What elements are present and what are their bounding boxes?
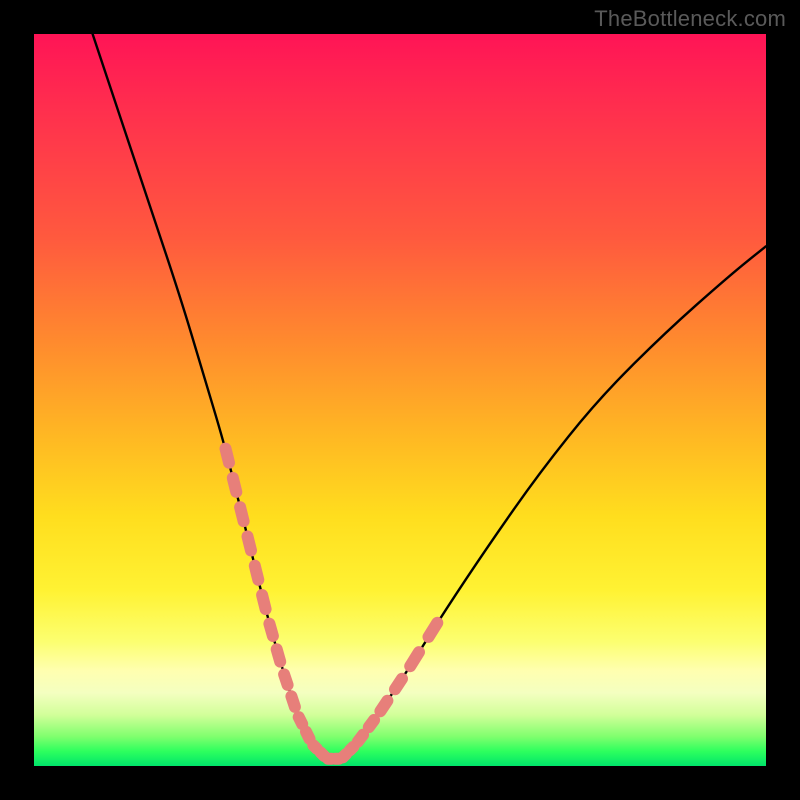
chart-frame: TheBottleneck.com xyxy=(0,0,800,800)
highlight-dash xyxy=(358,735,363,742)
highlight-dash xyxy=(262,595,266,609)
highlight-dash xyxy=(291,696,295,707)
highlight-dash xyxy=(233,478,237,492)
highlight-dash xyxy=(226,449,230,463)
highlight-dash xyxy=(248,536,252,550)
bottleneck-curve xyxy=(93,34,766,759)
highlight-dash xyxy=(429,623,438,637)
bottleneck-chart-svg xyxy=(34,34,766,766)
highlight-dash xyxy=(255,566,258,580)
plot-area xyxy=(34,34,766,766)
highlight-dash xyxy=(369,720,374,727)
highlight-dash xyxy=(269,624,273,636)
highlight-dash xyxy=(299,717,303,724)
highlight-dash xyxy=(350,747,354,751)
highlight-dash xyxy=(380,701,387,712)
highlight-dash xyxy=(277,649,281,661)
highlight-dash xyxy=(395,679,402,690)
highlight-dash xyxy=(306,732,310,739)
highlight-dash xyxy=(410,652,419,666)
highlight-dash xyxy=(343,754,347,758)
highlight-dash xyxy=(313,745,317,749)
highlight-dashes xyxy=(226,449,438,759)
highlight-dash xyxy=(240,507,244,521)
watermark-text: TheBottleneck.com xyxy=(594,6,786,32)
highlight-dash xyxy=(284,674,288,685)
